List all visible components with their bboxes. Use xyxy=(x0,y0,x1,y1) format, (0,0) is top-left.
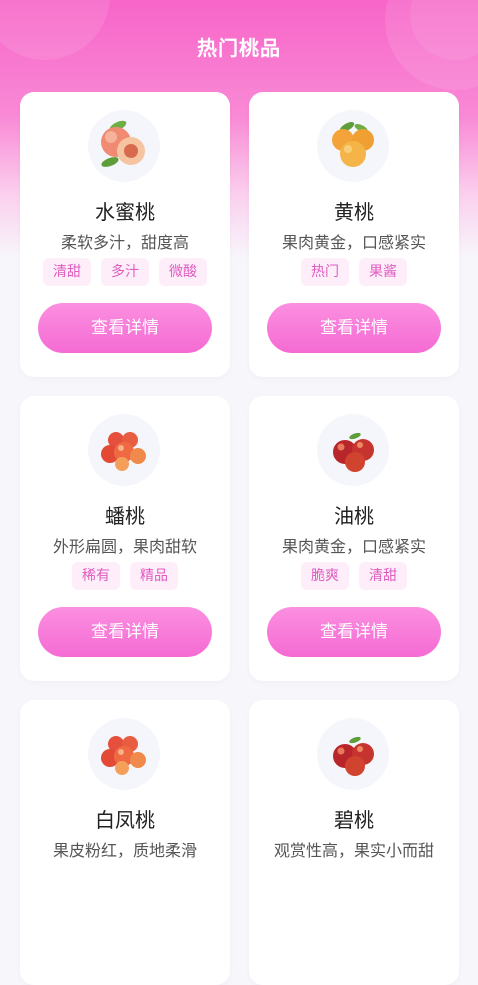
nectarine-icon xyxy=(317,414,389,486)
product-name: 蟠桃 xyxy=(105,504,145,528)
product-name: 油桃 xyxy=(334,504,374,528)
tag: 热门 xyxy=(301,258,349,286)
tag: 微酸 xyxy=(159,258,207,286)
peach-half-icon xyxy=(88,110,160,182)
product-card-baifengtao[interactable]: 白凤桃 果皮粉红，质地柔滑 xyxy=(20,700,230,985)
tag-list: 清甜 多汁 微酸 xyxy=(20,258,230,286)
tag-list: 热门 果酱 xyxy=(249,258,459,286)
product-description: 观赏性高，果实小而甜 xyxy=(273,841,434,860)
product-name: 白凤桃 xyxy=(95,808,155,832)
tag: 清甜 xyxy=(43,258,91,286)
tag: 脆爽 xyxy=(301,562,349,590)
page-title: 热门桃品 xyxy=(197,36,281,60)
nectarine-icon xyxy=(317,718,389,790)
tag: 清甜 xyxy=(359,562,407,590)
product-name: 碧桃 xyxy=(334,808,374,832)
tag: 多汁 xyxy=(101,258,149,286)
view-details-button[interactable]: 查看详情 xyxy=(38,607,212,657)
product-description: 果肉黄金，口感紧实 xyxy=(281,233,426,252)
product-card-shuimitao[interactable]: 水蜜桃 柔软多汁，甜度高 清甜 多汁 微酸 查看详情 xyxy=(20,92,230,377)
product-description: 果皮粉红，质地柔滑 xyxy=(52,841,197,860)
product-card-bitao[interactable]: 碧桃 观赏性高，果实小而甜 xyxy=(249,700,459,985)
product-name: 黄桃 xyxy=(334,200,374,224)
product-card-huangtao[interactable]: 黄桃 果肉黄金，口感紧实 热门 果酱 查看详情 xyxy=(249,92,459,377)
view-details-button[interactable]: 查看详情 xyxy=(38,303,212,353)
tag: 稀有 xyxy=(72,562,120,590)
product-description: 外形扁圆，果肉甜软 xyxy=(52,537,197,556)
peach-cluster-icon xyxy=(88,414,160,486)
view-details-button[interactable]: 查看详情 xyxy=(267,303,441,353)
yellow-peach-icon xyxy=(317,110,389,182)
product-description: 柔软多汁，甜度高 xyxy=(60,233,189,252)
tag: 精品 xyxy=(130,562,178,590)
view-details-button[interactable]: 查看详情 xyxy=(267,607,441,657)
product-name: 水蜜桃 xyxy=(95,200,155,224)
tag-list: 脆爽 清甜 xyxy=(249,562,459,590)
tag-list: 稀有 精品 xyxy=(20,562,230,590)
product-description: 果肉黄金，口感紧实 xyxy=(281,537,426,556)
product-card-pantao[interactable]: 蟠桃 外形扁圆，果肉甜软 稀有 精品 查看详情 xyxy=(20,396,230,681)
peach-cluster-icon xyxy=(88,718,160,790)
product-card-youtao[interactable]: 油桃 果肉黄金，口感紧实 脆爽 清甜 查看详情 xyxy=(249,396,459,681)
tag: 果酱 xyxy=(359,258,407,286)
